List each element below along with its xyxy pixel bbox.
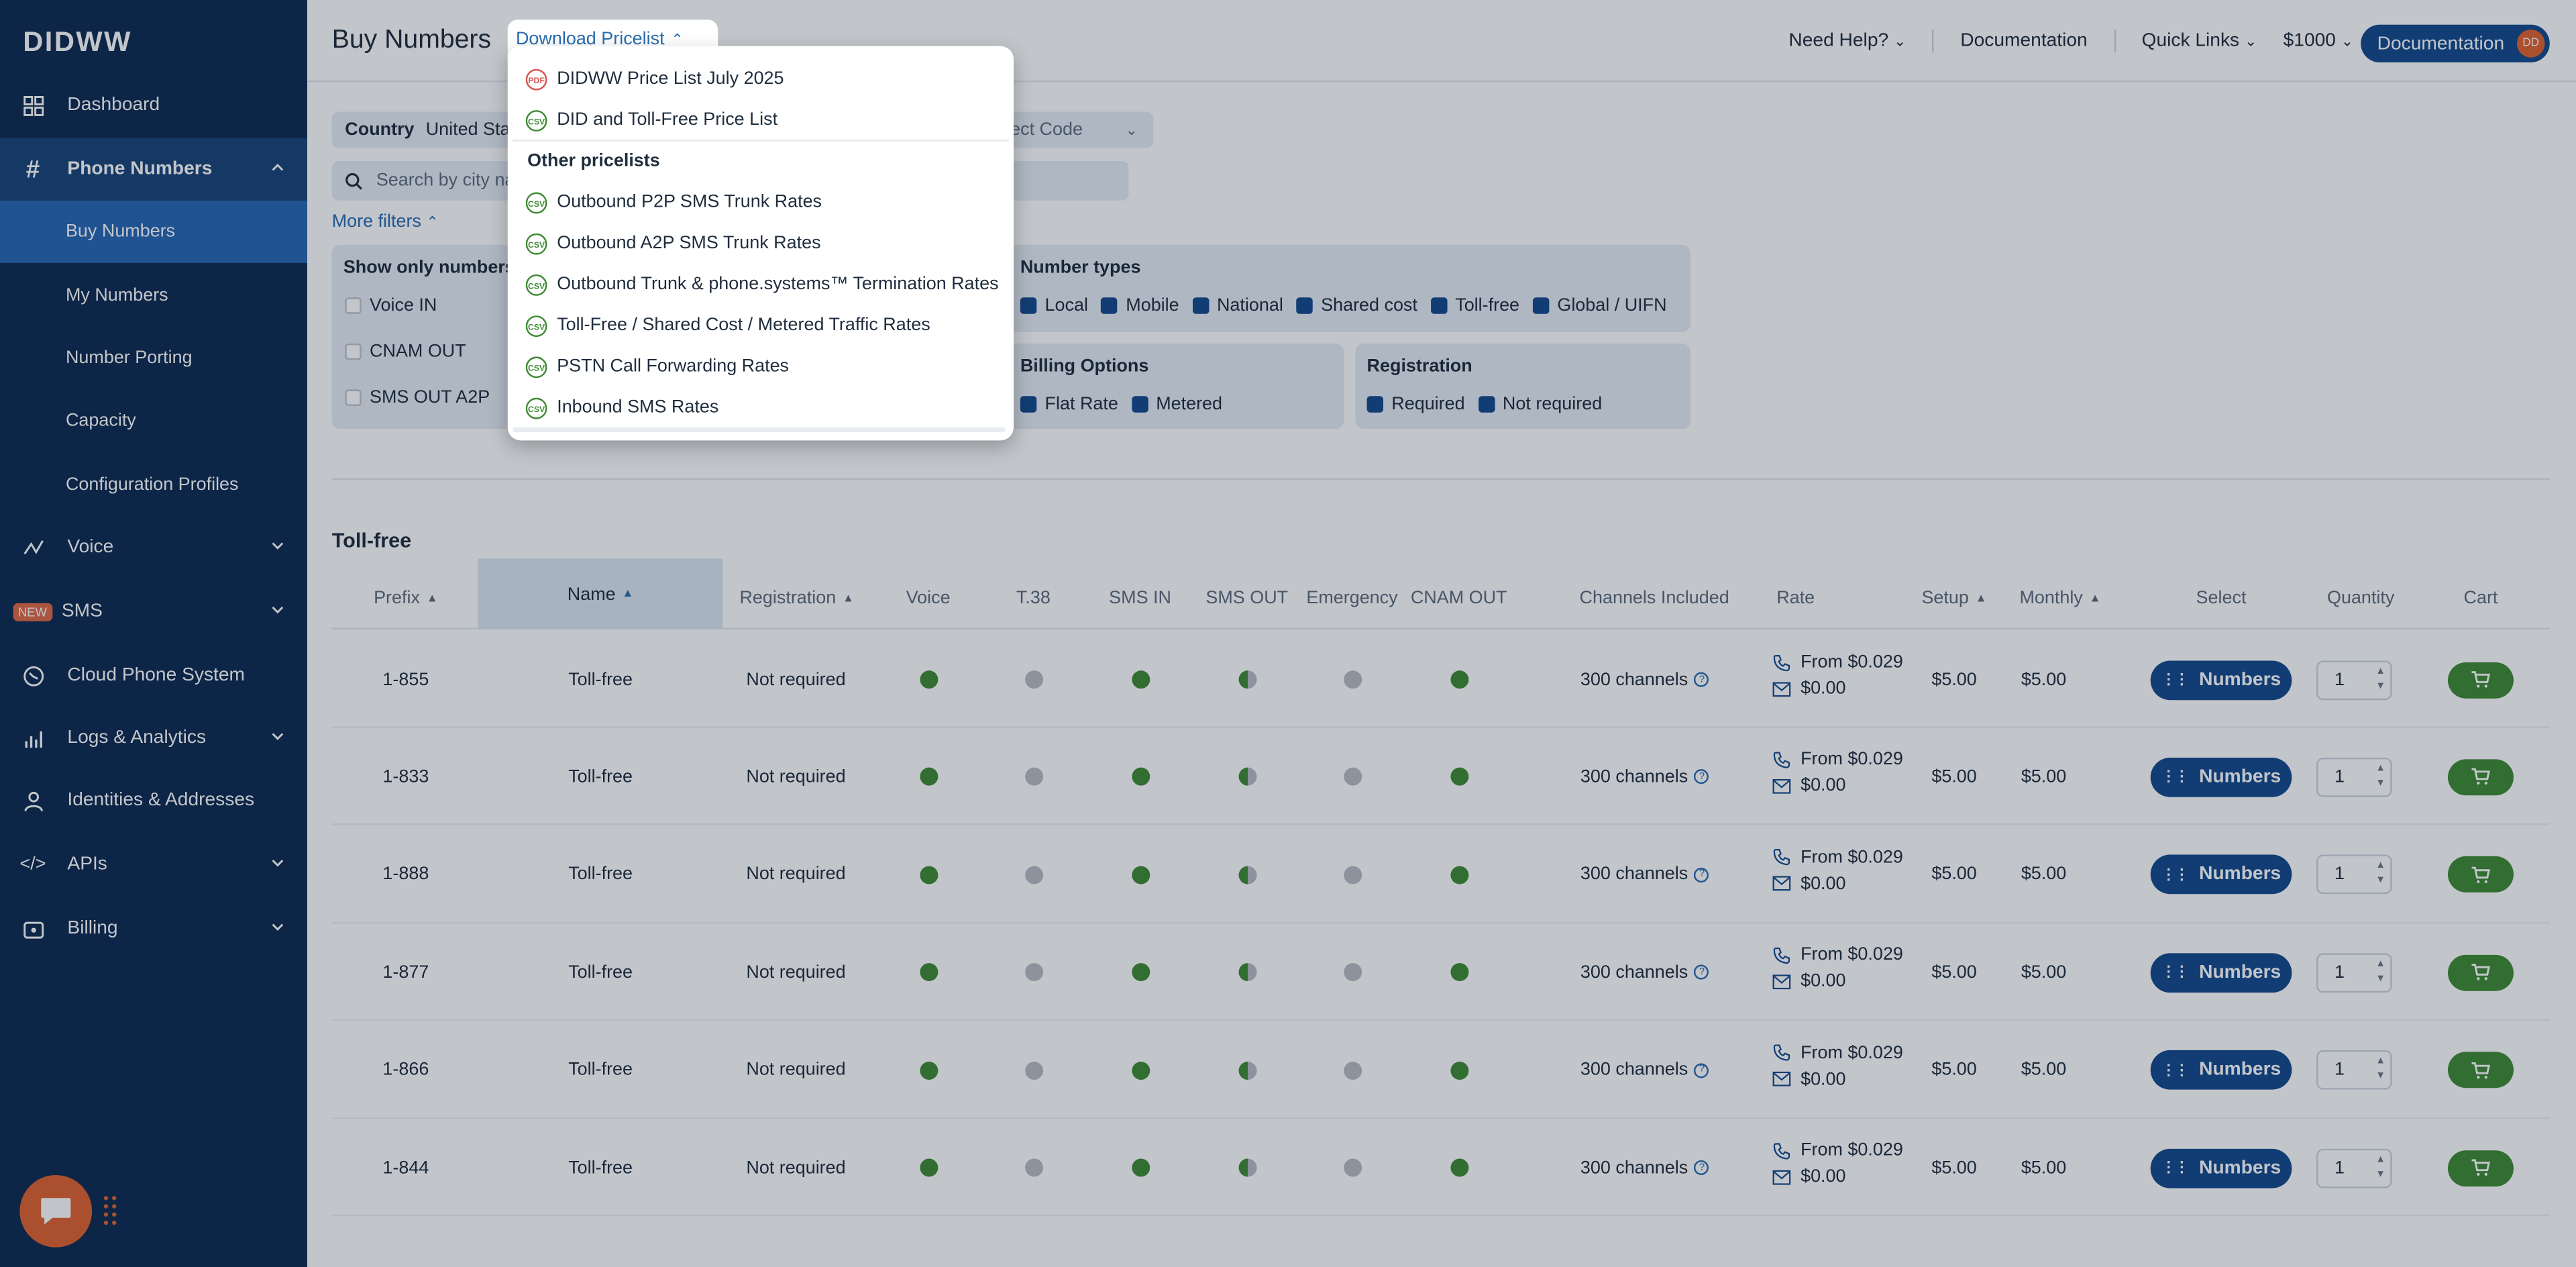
svg-text:CSV: CSV bbox=[528, 240, 545, 249]
pricelist-item-a2p-sms[interactable]: CSV Outbound A2P SMS Trunk Rates bbox=[525, 227, 821, 260]
csv-icon: CSV bbox=[525, 356, 547, 378]
pdf-icon: PDF bbox=[525, 68, 547, 90]
pricelist-item-didww-july-2025[interactable]: PDF DIDWW Price List July 2025 bbox=[525, 62, 784, 95]
svg-text:CSV: CSV bbox=[528, 281, 545, 290]
pricelist-item-label: Toll-Free / Shared Cost / Metered Traffi… bbox=[557, 315, 930, 336]
pricelist-item-label: Outbound Trunk & phone.systems™ Terminat… bbox=[557, 274, 999, 295]
pricelist-item-inbound-sms[interactable]: CSV Inbound SMS Rates bbox=[525, 391, 719, 424]
pricelist-item-label: DID and Toll-Free Price List bbox=[557, 110, 778, 130]
pricelist-item-label: Outbound A2P SMS Trunk Rates bbox=[557, 233, 821, 254]
csv-icon: CSV bbox=[525, 314, 547, 336]
other-pricelists-heading: Other pricelists bbox=[527, 151, 660, 171]
pricelist-item-did-toll-free[interactable]: CSV DID and Toll-Free Price List bbox=[525, 103, 778, 136]
svg-text:CSV: CSV bbox=[528, 404, 545, 413]
svg-text:PDF: PDF bbox=[528, 75, 545, 85]
pricelist-item-label: DIDWW Price List July 2025 bbox=[557, 68, 784, 89]
pricelist-dropdown: PDF DIDWW Price List July 2025 CSV DID a… bbox=[507, 46, 1014, 441]
dropdown-scrollbar[interactable] bbox=[513, 427, 1006, 433]
csv-icon: CSV bbox=[525, 232, 547, 254]
csv-icon: CSV bbox=[525, 397, 547, 419]
pricelist-item-label: PSTN Call Forwarding Rates bbox=[557, 356, 790, 376]
svg-text:CSV: CSV bbox=[528, 199, 545, 208]
pricelist-item-outbound-trunk[interactable]: CSV Outbound Trunk & phone.systems™ Termi… bbox=[525, 268, 999, 301]
csv-icon: CSV bbox=[525, 273, 547, 295]
divider bbox=[513, 140, 1009, 142]
csv-icon: CSV bbox=[525, 109, 547, 131]
pricelist-item-toll-free-traffic[interactable]: CSV Toll-Free / Shared Cost / Metered Tra… bbox=[525, 309, 930, 342]
svg-text:CSV: CSV bbox=[528, 363, 545, 372]
pricelist-item-p2p-sms[interactable]: CSV Outbound P2P SMS Trunk Rates bbox=[525, 186, 822, 219]
csv-icon: CSV bbox=[525, 191, 547, 213]
pricelist-item-pstn-forwarding[interactable]: CSV PSTN Call Forwarding Rates bbox=[525, 350, 790, 383]
svg-text:CSV: CSV bbox=[528, 116, 545, 125]
pricelist-item-label: Outbound P2P SMS Trunk Rates bbox=[557, 192, 822, 212]
modal-overlay[interactable] bbox=[0, 0, 2576, 1267]
pricelist-item-label: Inbound SMS Rates bbox=[557, 397, 719, 418]
svg-text:CSV: CSV bbox=[528, 321, 545, 331]
